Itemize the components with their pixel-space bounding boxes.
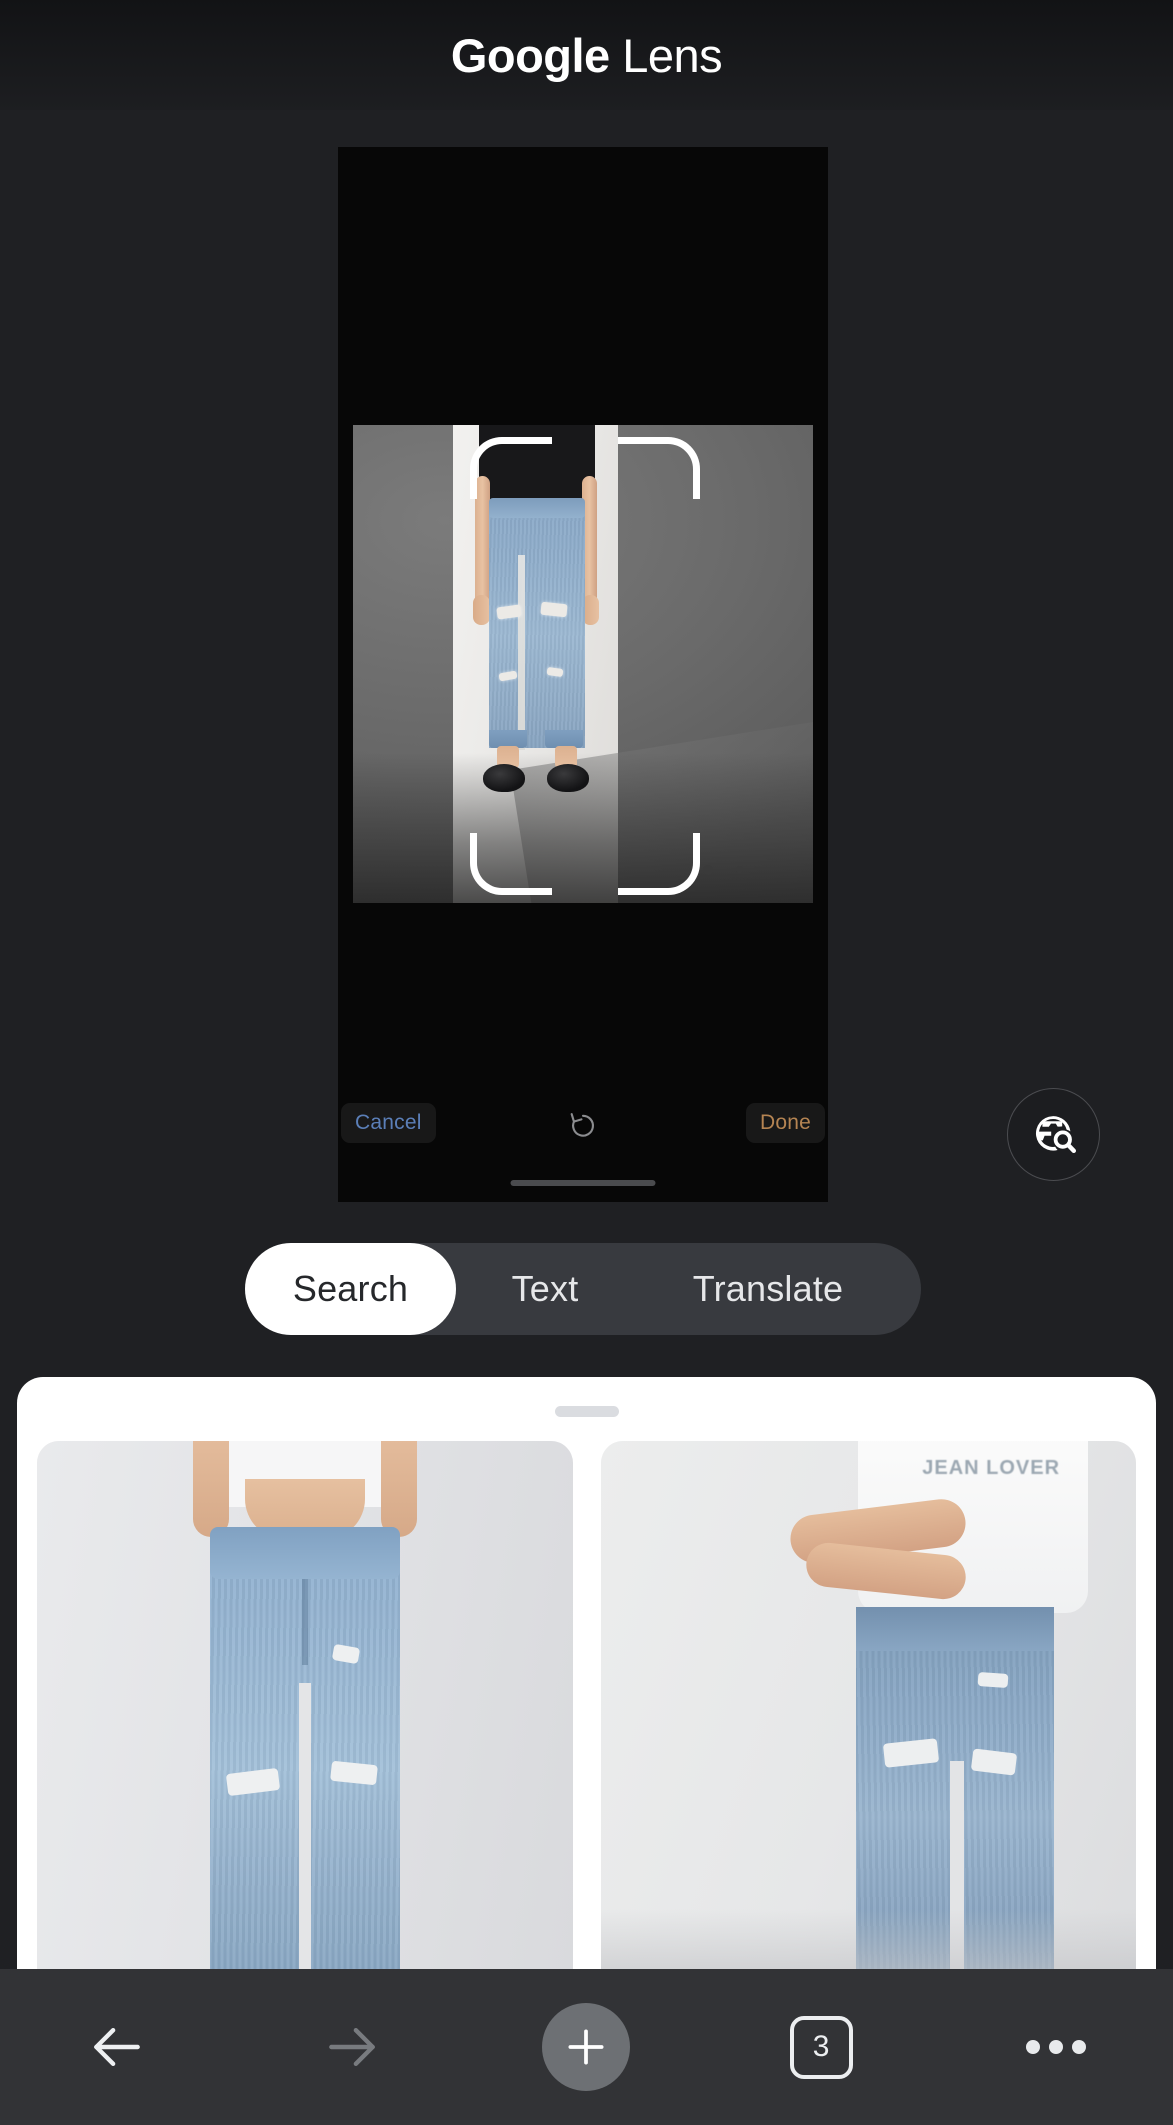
subject-left-arm — [475, 476, 490, 606]
subject-left-hand — [473, 595, 490, 625]
result-left-arm — [192, 1441, 229, 1537]
tab-count-badge: 3 — [789, 2015, 853, 2079]
back-button[interactable] — [0, 1969, 235, 2125]
result-jeans-fly — [301, 1579, 308, 1665]
result-leg-gap — [298, 1683, 311, 1969]
result-card[interactable] — [37, 1441, 573, 1969]
brand-lens: Lens — [622, 28, 723, 82]
result-jeans-rip — [977, 1671, 1009, 1689]
three-dots-icon — [1025, 2040, 1086, 2054]
dot — [1025, 2040, 1040, 2054]
browser-bottom-toolbar: 3 — [0, 1969, 1173, 2125]
result-jeans-waistband — [856, 1607, 1055, 1651]
plus-icon — [542, 2003, 631, 2091]
brand-google: Google — [450, 28, 610, 82]
dot — [1048, 2040, 1063, 2054]
dot — [1071, 2040, 1086, 2054]
captured-photo[interactable] — [353, 425, 813, 903]
subject-jeans — [489, 498, 585, 748]
image-edit-bar: Cancel Done — [338, 1103, 828, 1149]
tab-text[interactable]: Text — [456, 1243, 634, 1335]
subject-jeans-waistband — [489, 498, 585, 518]
subject-left-shoe — [483, 764, 525, 792]
result-card[interactable]: JEAN LOVER — [600, 1441, 1136, 1969]
photo-artifact-dot — [736, 866, 743, 873]
result-tee-graphic-text: JEAN LOVER — [922, 1457, 1061, 1479]
home-indicator-bar — [510, 1180, 656, 1186]
subject-leg-gap — [518, 555, 525, 750]
app-header: Google Lens — [0, 0, 1173, 110]
more-options-button[interactable] — [938, 1969, 1173, 2125]
result-floor-shadow — [600, 1909, 1136, 1969]
page-title: Google Lens — [450, 28, 723, 83]
results-grid: JEAN LOVER — [17, 1441, 1156, 1969]
tab-switcher-button[interactable]: 3 — [704, 1969, 939, 2125]
arrow-left-icon — [94, 2028, 141, 2066]
subject-right-shoe — [547, 764, 589, 792]
sheet-drag-handle[interactable] — [554, 1406, 619, 1417]
forward-button[interactable] — [235, 1969, 470, 2125]
tab-search[interactable]: Search — [245, 1243, 456, 1335]
arrow-right-icon — [329, 2028, 375, 2066]
lens-mode-tabs: Search Text Translate — [245, 1243, 921, 1335]
result-jeans-waistband — [209, 1527, 400, 1579]
subject-jeans-rip — [540, 601, 568, 618]
rotate-counter-clockwise-icon[interactable] — [563, 1105, 603, 1145]
lens-search-globe-icon[interactable] — [1007, 1088, 1100, 1181]
tab-translate[interactable]: Translate — [634, 1243, 902, 1335]
visual-results-sheet: JEAN LOVER — [17, 1377, 1156, 1969]
lens-image-viewer[interactable]: Cancel Done — [338, 147, 828, 1202]
subject-black-tee — [479, 425, 595, 510]
new-tab-button[interactable] — [469, 1969, 704, 2125]
result-right-arm — [380, 1441, 417, 1537]
cancel-button[interactable]: Cancel — [341, 1103, 436, 1143]
photo-artifact-dot — [703, 865, 713, 875]
photo-subject-person — [471, 425, 601, 898]
done-button[interactable]: Done — [745, 1103, 825, 1143]
